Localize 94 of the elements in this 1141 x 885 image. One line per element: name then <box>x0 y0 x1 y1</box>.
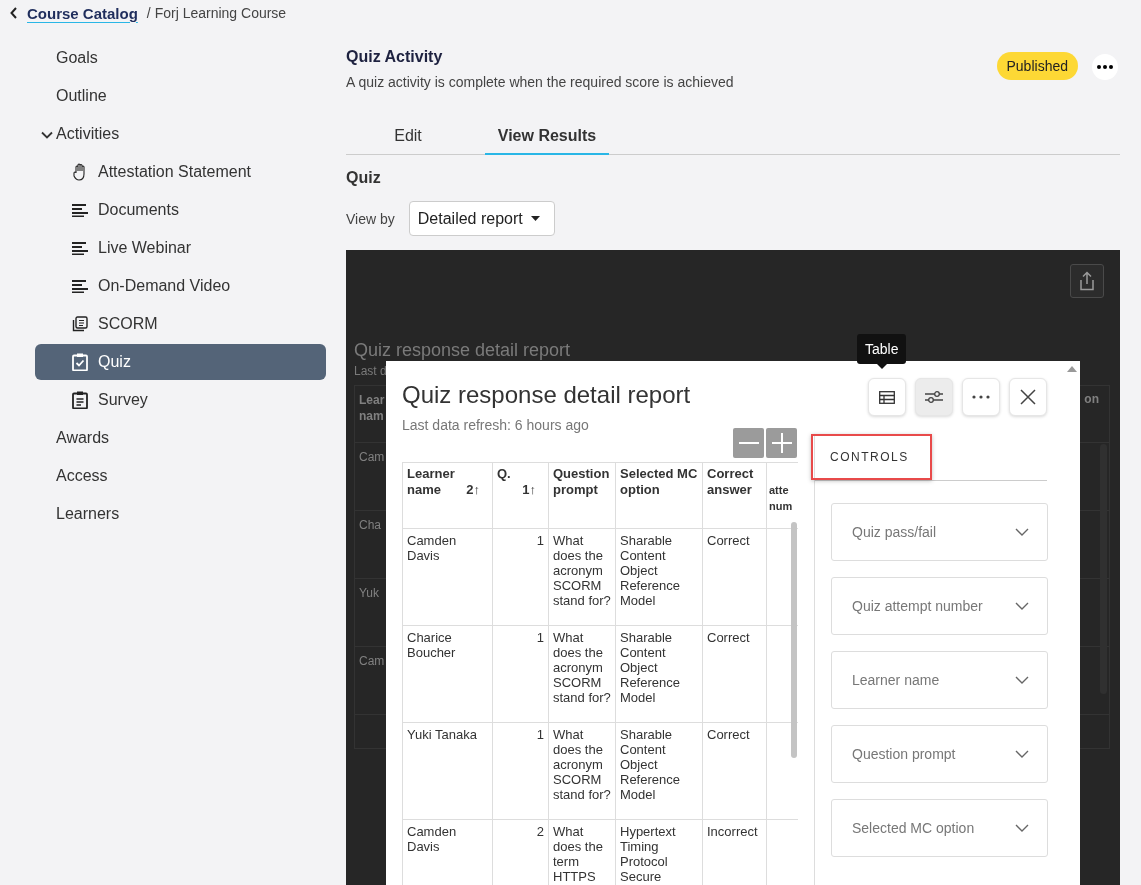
table-cell-text: Cam <box>359 653 385 670</box>
sidebar-item[interactable]: Access <box>0 458 346 494</box>
table-cell: Sharable Content Object Reference Model <box>615 625 703 723</box>
share-icon <box>1078 271 1096 291</box>
sliders-icon <box>925 390 943 404</box>
status-badge: Published <box>996 52 1078 80</box>
table-cell-text: Cam <box>359 449 385 466</box>
sidebar-item[interactable]: Goals <box>0 40 346 76</box>
tab[interactable]: View Results <box>485 125 609 155</box>
table-cell-text: Cha <box>359 517 382 534</box>
chevron-icon[interactable] <box>41 131 53 139</box>
back-chevron-icon[interactable] <box>10 7 18 19</box>
table-cell: 1 <box>492 722 549 820</box>
chevron-down-icon <box>1015 750 1029 758</box>
activity-title: Quiz Activity <box>346 48 444 66</box>
sidebar-item[interactable]: Survey <box>35 382 326 418</box>
share-button[interactable] <box>1070 264 1104 298</box>
table-cell: What does the acronym SCORM stand for? <box>548 625 616 723</box>
more-options-button[interactable] <box>1092 54 1118 80</box>
zoom-out-button[interactable] <box>733 428 764 458</box>
tooltip: Table <box>857 334 907 369</box>
sidebar-item[interactable]: Quiz <box>35 344 326 380</box>
sidebar-item[interactable]: Learners <box>0 496 346 532</box>
column-header[interactable]: Correct answer <box>702 462 767 529</box>
table-cell: Sharable Content Object Reference Model <box>615 722 703 820</box>
sidebar-item[interactable]: Awards <box>0 420 346 456</box>
view-by-dropdown[interactable]: Detailed report <box>408 201 555 236</box>
close-icon <box>1020 389 1036 405</box>
sidebar-item[interactable]: On-Demand Video <box>35 268 326 304</box>
table-cell: 1 <box>492 625 549 723</box>
chevron-down-icon <box>1015 824 1029 832</box>
controls-button[interactable] <box>915 378 953 416</box>
text-lines-icon <box>72 241 88 255</box>
scrollbar[interactable] <box>791 522 797 758</box>
view-by-label: View by <box>346 210 395 227</box>
activity-description: A quiz activity is complete when the required score is achieved <box>346 74 735 90</box>
tab[interactable]: Edit <box>346 125 470 155</box>
table-cell: Correct <box>702 722 767 820</box>
plus-icon <box>771 433 792 453</box>
table-cell: 1 <box>492 528 549 626</box>
background-report-title: Quiz response detail report <box>354 340 571 360</box>
chevron-down-icon <box>1015 676 1029 684</box>
filter-dropdown[interactable]: Learner name <box>831 651 1048 709</box>
text-lines-icon <box>72 203 88 217</box>
table-cell: Charice Boucher <box>402 625 493 723</box>
caret-icon <box>530 216 540 221</box>
filter-dropdown[interactable]: Quiz attempt number <box>831 577 1048 635</box>
clipboard-icon <box>72 391 88 409</box>
table-cell: What does the acronym SCORM stand for? <box>548 722 616 820</box>
sidebar-item[interactable]: Attestation Statement <box>35 154 326 190</box>
table-cell: Correct <box>702 528 767 626</box>
filter-dropdown[interactable]: Quiz pass/fail <box>831 503 1048 561</box>
chevron-down-icon <box>1015 602 1029 610</box>
breadcrumb-link[interactable]: Course Catalog <box>27 4 138 22</box>
sidebar-item[interactable]: Outline <box>0 78 346 114</box>
background-report-subtitle: Last d <box>354 364 387 378</box>
filter-dropdown[interactable]: Question prompt <box>831 725 1048 783</box>
table-cell: What does the acronym SCORM stand for? <box>548 528 616 626</box>
column-header[interactable]: Learner name 2↑ <box>402 462 493 529</box>
sidebar-item[interactable]: SCORM <box>35 306 326 342</box>
chevron-down-icon <box>1015 528 1029 536</box>
filter-dropdown[interactable]: Selected MC option <box>831 799 1048 857</box>
breadcrumb-current: / Forj Learning Course <box>146 5 287 21</box>
table-cell: Camden Davis <box>402 528 493 626</box>
sidebar-item[interactable]: Activities <box>0 116 346 152</box>
controls-tab[interactable]: CONTROLS <box>811 434 932 480</box>
more-button[interactable] <box>962 378 1000 416</box>
clipboard-check-icon <box>72 353 88 371</box>
column-header[interactable]: Question prompt <box>548 462 616 529</box>
zoom-in-button[interactable] <box>766 428 797 458</box>
table-cell: Camden Davis <box>402 819 493 885</box>
table-cell-text: Yuk <box>359 585 380 602</box>
more-icon <box>1097 65 1113 69</box>
sidebar-item[interactable]: Documents <box>35 192 326 228</box>
table-cell: Yuki Tanaka <box>402 722 493 820</box>
sidebar-item[interactable]: Live Webinar <box>35 230 326 266</box>
stacked-pages-icon <box>72 316 88 332</box>
table-icon <box>879 390 895 404</box>
scroll-up-icon[interactable] <box>1067 366 1077 372</box>
more-icon <box>972 395 990 399</box>
hand-icon <box>72 163 88 181</box>
column-header[interactable]: Selected MC option <box>615 462 703 529</box>
table-view-button[interactable] <box>868 378 906 416</box>
refresh-note: Last data refresh: 6 hours ago <box>402 417 590 433</box>
table-cell: Correct <box>702 625 767 723</box>
minus-icon <box>738 442 759 444</box>
text-lines-icon <box>72 279 88 293</box>
table-cell: Sharable Content Object Reference Model <box>615 528 703 626</box>
table-header: on <box>1084 392 1099 408</box>
report-title: Quiz response detail report <box>402 381 692 409</box>
table-header: Lear nam <box>359 392 385 425</box>
section-title: Quiz <box>346 169 382 187</box>
column-header[interactable]: Q. 1↑ <box>492 462 549 529</box>
close-button[interactable] <box>1009 378 1047 416</box>
